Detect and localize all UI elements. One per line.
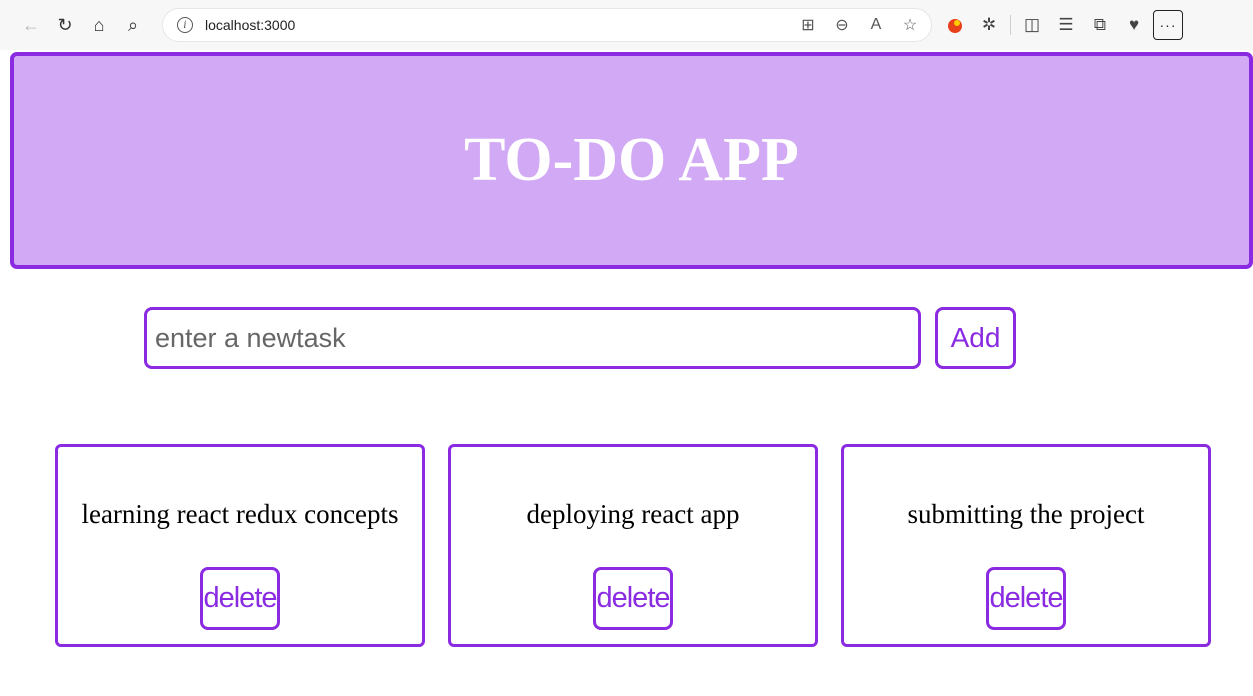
url-text[interactable]: localhost:3000 xyxy=(205,17,295,33)
favorite-star-icon[interactable]: ☆ xyxy=(895,10,925,40)
performance-icon[interactable]: ♥ xyxy=(1117,8,1151,42)
task-text: deploying react app xyxy=(526,499,740,529)
delete-task-button[interactable]: delete xyxy=(200,567,280,630)
extensions-puzzle-icon[interactable]: ✲ xyxy=(972,8,1006,42)
more-options-icon[interactable]: ··· xyxy=(1153,10,1183,40)
app-grid-icon[interactable]: ⊞ xyxy=(793,10,823,40)
task-card: learning react redux concepts delete xyxy=(55,444,425,647)
address-bar[interactable]: i localhost:3000 ⊞ ⊖ A ☆ xyxy=(162,8,932,42)
read-aloud-icon[interactable]: A xyxy=(861,10,891,40)
extension-icon[interactable] xyxy=(938,8,972,42)
home-icon[interactable]: ⌂ xyxy=(82,8,116,42)
site-info-icon[interactable]: i xyxy=(177,17,193,33)
app-title: TO-DO APP xyxy=(464,126,799,194)
add-task-button[interactable]: Add xyxy=(935,307,1016,369)
zoom-out-icon[interactable]: ⊖ xyxy=(827,10,857,40)
toolbar-divider xyxy=(1010,15,1011,35)
task-card: deploying react app delete xyxy=(448,444,818,647)
task-card: submitting the project delete xyxy=(841,444,1211,647)
collections-icon[interactable]: ⧉ xyxy=(1083,8,1117,42)
delete-task-button[interactable]: delete xyxy=(593,567,673,630)
task-text: submitting the project xyxy=(907,499,1145,529)
app-header: TO-DO APP xyxy=(10,52,1253,269)
back-icon[interactable]: ← xyxy=(14,8,48,42)
browser-extensions: ✲ ◫ ☰ ⧉ ♥ ··· xyxy=(938,8,1183,42)
task-list: learning react redux concepts delete dep… xyxy=(55,444,1212,647)
address-bar-actions: ⊞ ⊖ A ☆ xyxy=(793,10,931,40)
new-task-input[interactable] xyxy=(144,307,921,369)
split-screen-icon[interactable]: ◫ xyxy=(1015,8,1049,42)
task-text: learning react redux concepts xyxy=(81,499,399,529)
extension-logo-icon xyxy=(948,19,962,33)
reload-icon[interactable]: ↻ xyxy=(48,8,82,42)
browser-toolbar: ← ↻ ⌂ ⌕ i localhost:3000 ⊞ ⊖ A ☆ ✲ ◫ ☰ ⧉… xyxy=(0,0,1253,50)
search-icon[interactable]: ⌕ xyxy=(116,8,150,42)
favorites-list-icon[interactable]: ☰ xyxy=(1049,8,1083,42)
delete-task-button[interactable]: delete xyxy=(986,567,1066,630)
